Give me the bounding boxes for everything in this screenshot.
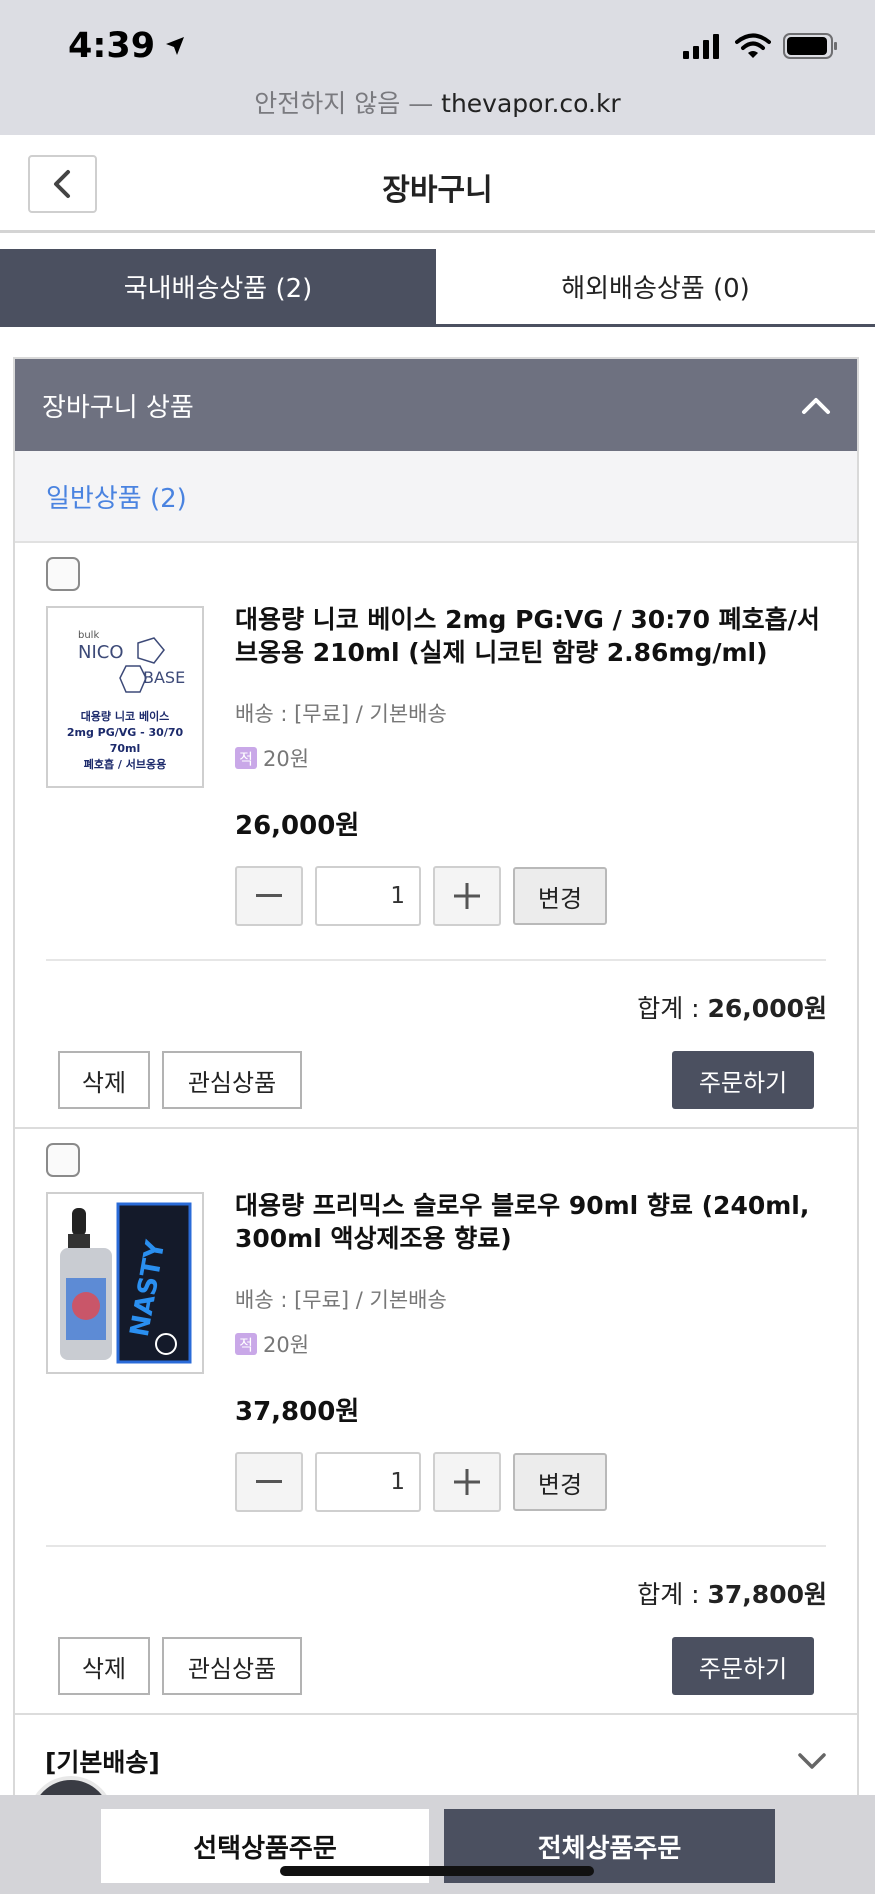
order-item-button[interactable]: 주문하기 <box>672 1051 814 1109</box>
wifi-icon <box>735 33 771 58</box>
plus-icon <box>454 883 480 909</box>
item-actions: 삭제 관심상품 주문하기 <box>58 1051 814 1109</box>
battery-icon <box>783 33 837 59</box>
item-actions: 삭제 관심상품 주문하기 <box>58 1637 814 1695</box>
url-host: thevapor.co.kr <box>441 89 621 118</box>
thumb-desc1: 대용량 니코 베이스 <box>81 709 170 723</box>
thumb-brand: bulk <box>78 630 99 641</box>
thumb-desc2: 2mg PG/VG - 30/70 <box>67 726 184 739</box>
order-item-button[interactable]: 주문하기 <box>672 1637 814 1695</box>
points-value: 20원 <box>263 747 310 771</box>
points-badge-icon: 적 <box>235 747 257 769</box>
quantity-stepper: 1 변경 <box>235 1452 607 1512</box>
shipping-group-label: [기본배송] <box>45 1748 160 1777</box>
home-indicator[interactable] <box>280 1866 594 1876</box>
wishlist-button[interactable]: 관심상품 <box>162 1051 302 1109</box>
shipping-group-row[interactable]: [기본배송] <box>15 1715 857 1807</box>
cart-section-header[interactable]: 장바구니 상품 <box>15 359 857 451</box>
quantity-input[interactable]: 1 <box>315 866 421 926</box>
nico-base-product-image: bulk NICO BASE 대용량 니코 베이스 2mg PG/VG - 30… <box>48 608 202 786</box>
address-bar[interactable]: 안전하지 않음 — thevapor.co.kr <box>0 84 875 120</box>
product-price: 37,800원 <box>235 1397 360 1427</box>
wishlist-button[interactable]: 관심상품 <box>162 1637 302 1695</box>
plus-icon <box>454 1469 480 1495</box>
security-label: 안전하지 않음 — <box>254 89 434 118</box>
decrease-quantity-button[interactable] <box>235 1452 303 1512</box>
thumb-desc4: 폐호흡 / 서브옹용 <box>84 757 167 771</box>
points-badge-icon: 적 <box>235 1333 257 1355</box>
item-total-label: 합계 : <box>637 994 708 1023</box>
item-total-value: 26,000원 <box>707 994 827 1023</box>
item-total: 합계 : 37,800원 <box>637 1575 827 1611</box>
points-info: 적 20원 <box>235 1329 309 1359</box>
page-header: 장바구니 <box>0 135 875 233</box>
shipping-info: 배송 : [무료] / 기본배송 <box>235 702 447 726</box>
increase-quantity-button[interactable] <box>433 1452 501 1512</box>
clock-time: 4:39 <box>68 26 156 66</box>
product-thumbnail[interactable]: NASTY <box>46 1192 204 1374</box>
chevron-up-icon <box>802 398 830 414</box>
quantity-input[interactable]: 1 <box>315 1452 421 1512</box>
thumb-line2: BASE <box>143 668 185 687</box>
product-name[interactable]: 대용량 니코 베이스 2mg PG:VG / 30:70 폐호흡/서브옹용 21… <box>235 603 835 669</box>
item-total: 합계 : 26,000원 <box>637 989 827 1025</box>
delete-button[interactable]: 삭제 <box>58 1637 150 1695</box>
product-price: 26,000원 <box>235 811 360 841</box>
bottom-order-bar: 선택상품주문 전체상품주문 <box>0 1795 875 1894</box>
item-checkbox[interactable] <box>46 1143 80 1177</box>
change-quantity-button[interactable]: 변경 <box>513 867 607 925</box>
decrease-quantity-button[interactable] <box>235 866 303 926</box>
cart-container: 장바구니 상품 일반상품 (2) bulk NICO BASE 대용량 니코 베… <box>13 357 859 1797</box>
increase-quantity-button[interactable] <box>433 866 501 926</box>
status-icons <box>683 32 839 60</box>
group-label: 일반상품 (2) <box>15 451 857 543</box>
cart-item: NASTY 대용량 프리믹스 슬로우 블로우 90ml 향료 (240ml, 3… <box>15 1129 857 1715</box>
chevron-down-icon <box>798 1753 826 1769</box>
product-name[interactable]: 대용량 프리믹스 슬로우 블로우 90ml 향료 (240ml, 300ml 액… <box>235 1189 835 1255</box>
cellular-signal-icon <box>683 34 719 59</box>
item-total-label: 합계 : <box>637 1580 708 1609</box>
points-value: 20원 <box>263 1333 310 1357</box>
status-bar: 4:39 안전하지 않음 — thevapor.co.kr <box>0 0 875 135</box>
cart-item: bulk NICO BASE 대용량 니코 베이스 2mg PG/VG - 30… <box>15 543 857 1129</box>
nasty-juice-product-image: NASTY <box>48 1194 202 1372</box>
change-quantity-button[interactable]: 변경 <box>513 1453 607 1511</box>
quantity-stepper: 1 변경 <box>235 866 607 926</box>
item-total-value: 37,800원 <box>707 1580 827 1609</box>
tab-domestic[interactable]: 국내배송상품 (2) <box>0 249 436 324</box>
divider <box>46 1545 826 1547</box>
minus-icon <box>256 1480 282 1483</box>
minus-icon <box>256 894 282 897</box>
shipping-info: 배송 : [무료] / 기본배송 <box>235 1288 447 1312</box>
thumb-desc3: 70ml <box>110 742 141 755</box>
thumb-line1: NICO <box>78 642 124 663</box>
delete-button[interactable]: 삭제 <box>58 1051 150 1109</box>
item-checkbox[interactable] <box>46 557 80 591</box>
product-thumbnail[interactable]: bulk NICO BASE 대용량 니코 베이스 2mg PG/VG - 30… <box>46 606 204 788</box>
clock: 4:39 <box>68 26 187 66</box>
page-title: 장바구니 <box>382 173 493 208</box>
cart-section-title: 장바구니 상품 <box>42 392 194 423</box>
divider <box>46 959 826 961</box>
shipping-tabs: 국내배송상품 (2) 해외배송상품 (0) <box>0 249 875 327</box>
tab-overseas[interactable]: 해외배송상품 (0) <box>436 249 875 324</box>
points-info: 적 20원 <box>235 743 309 773</box>
location-arrow-icon <box>166 37 185 55</box>
